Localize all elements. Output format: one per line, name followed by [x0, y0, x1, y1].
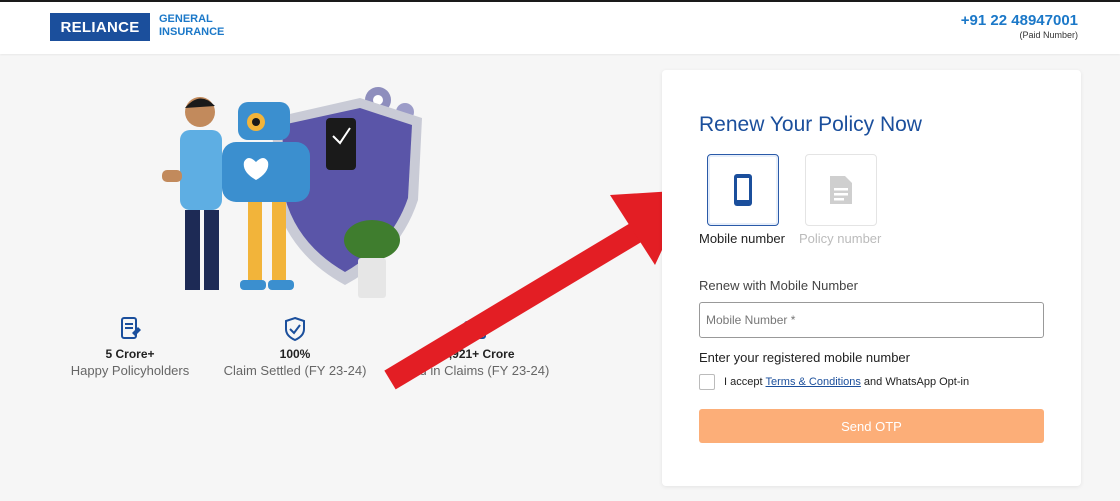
stat-label: Happy Policyholders: [70, 363, 190, 378]
red-arrow-annotation: [384, 190, 690, 390]
mobile-number-option[interactable]: [707, 154, 779, 226]
consent-prefix: I accept: [724, 376, 763, 388]
logo-sub-line1: GENERAL: [159, 13, 213, 25]
renewal-form-card: Renew Your Policy Now Mobile number Poli…: [662, 70, 1081, 486]
stat-value: 100%: [279, 347, 311, 361]
send-otp-button[interactable]: Send OTP: [699, 409, 1044, 443]
mobile-helper-text: Enter your registered mobile number: [699, 350, 910, 365]
form-title: Renew Your Policy Now: [699, 113, 922, 136]
mobile-number-option-label[interactable]: Mobile number: [699, 231, 785, 246]
policy-number-option[interactable]: [805, 154, 877, 226]
shield-check-icon: [285, 316, 305, 342]
phone-note: (Paid Number): [1019, 30, 1078, 40]
consent-row: I accept Terms & Conditions and WhatsApp…: [699, 374, 969, 390]
document-icon: [121, 317, 141, 339]
terms-link[interactable]: Terms & Conditions: [766, 376, 861, 388]
section-label: Renew with Mobile Number: [699, 278, 858, 293]
instant-renewal-phone: [326, 118, 356, 170]
policy-number-option-label[interactable]: Policy number: [799, 231, 881, 246]
phone-number[interactable]: +91 22 48947001: [961, 12, 1078, 29]
reliance-logo[interactable]: RELIANCE: [50, 13, 150, 41]
consent-suffix: and WhatsApp Opt-in: [863, 376, 970, 388]
terms-checkbox[interactable]: [699, 374, 715, 390]
mobile-phone-icon: [734, 174, 752, 206]
logo-sub-line2: INSURANCE: [159, 26, 225, 38]
stat-policyholders: 5 Crore+ Happy Policyholders: [50, 315, 210, 378]
mobile-number-input[interactable]: [699, 302, 1044, 338]
stat-label: Claim Settled (FY 23-24): [223, 363, 367, 378]
document-icon: [830, 176, 852, 204]
stat-claim-settled: 100% Claim Settled (FY 23-24): [215, 315, 375, 378]
stat-value: 5 Crore+: [105, 347, 155, 361]
contact-phone[interactable]: +91 22 48947001 (Paid Number): [961, 12, 1078, 40]
top-header: RELIANCE GENERAL INSURANCE +91 22 489470…: [0, 0, 1120, 54]
logo-subtitle: GENERAL INSURANCE: [159, 13, 224, 39]
